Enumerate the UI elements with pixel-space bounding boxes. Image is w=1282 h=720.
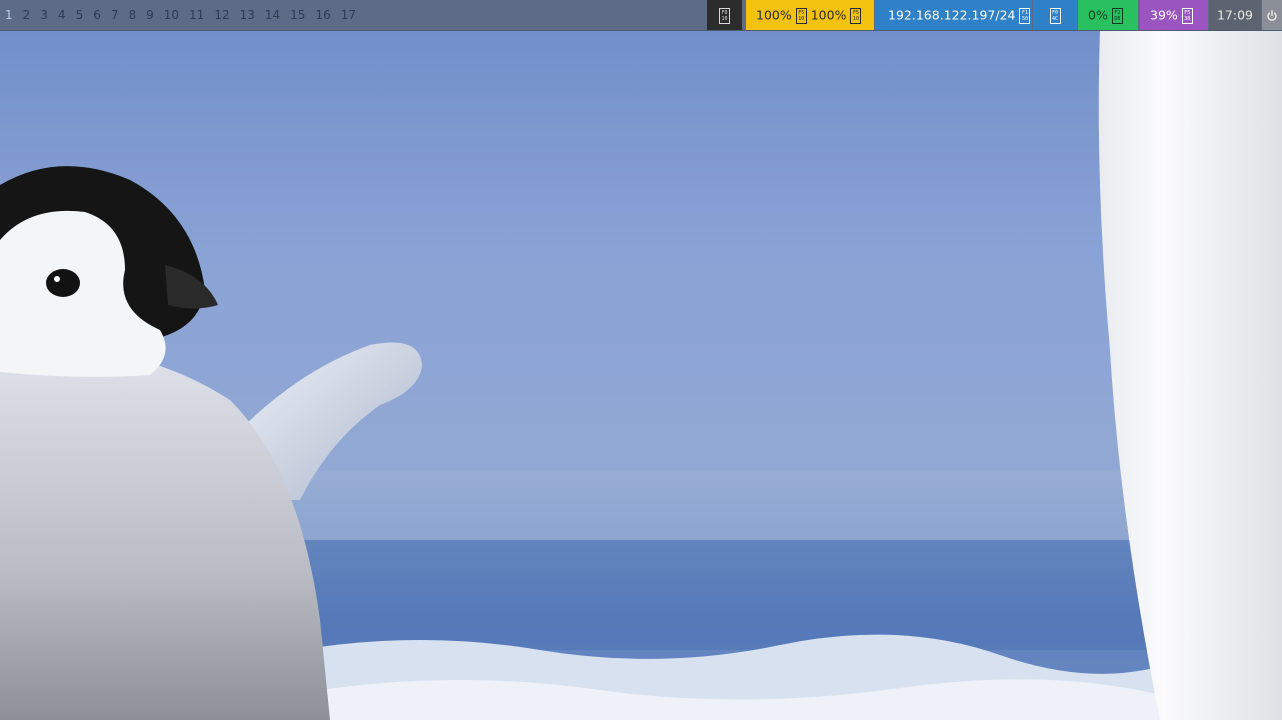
cpu-icon: F2 DB xyxy=(1111,7,1123,24)
network-icon: F1 50 xyxy=(1019,7,1031,24)
workspace-9[interactable]: 9 xyxy=(141,0,159,30)
status-block-memory[interactable]: 39% F5 38 xyxy=(1140,0,1208,30)
workspace-13[interactable]: 13 xyxy=(235,0,260,30)
status-block-cpu[interactable]: 0% F2 DB xyxy=(1078,0,1138,30)
status-block-connection[interactable]: F0 4C xyxy=(1033,0,1077,30)
volume-icon-secondary: F5 10 xyxy=(850,7,862,24)
memory-icon: F5 38 xyxy=(1181,7,1193,24)
status-block-volume[interactable]: 100% F5 10 100% F5 10 xyxy=(746,0,874,30)
ip-address: 192.168.122.197/24 xyxy=(888,7,1016,23)
power-button[interactable] xyxy=(1262,0,1282,30)
status-block-clock[interactable]: 17:09 xyxy=(1209,0,1261,30)
workspace-16[interactable]: 16 xyxy=(310,0,335,30)
status-block-unknown[interactable]: F0 10 xyxy=(707,0,742,30)
workspace-14[interactable]: 14 xyxy=(260,0,285,30)
workspace-17[interactable]: 17 xyxy=(336,0,361,30)
status-block-network[interactable]: 192.168.122.197/24 F1 50 xyxy=(875,0,1032,30)
workspace-5[interactable]: 5 xyxy=(71,0,89,30)
workspace-switcher: 1 2 3 4 5 6 7 8 9 10 11 12 13 14 15 16 17 xyxy=(0,0,361,30)
clock-time: 17:09 xyxy=(1216,7,1254,23)
workspace-4[interactable]: 4 xyxy=(53,0,71,30)
volume-level-a: 100% xyxy=(756,7,792,23)
workspace-7[interactable]: 7 xyxy=(106,0,124,30)
connection-icon: F0 4C xyxy=(1049,7,1061,24)
cpu-usage: 0% xyxy=(1088,7,1108,23)
workspace-11[interactable]: 11 xyxy=(184,0,209,30)
workspace-12[interactable]: 12 xyxy=(209,0,234,30)
missing-glyph-icon: F0 10 xyxy=(719,7,730,24)
workspace-8[interactable]: 8 xyxy=(123,0,141,30)
workspace-6[interactable]: 6 xyxy=(88,0,106,30)
workspace-10[interactable]: 10 xyxy=(159,0,184,30)
power-icon xyxy=(1267,9,1277,21)
top-panel: 1 2 3 4 5 6 7 8 9 10 11 12 13 14 15 16 17 F0 10 100% F5 10… xyxy=(0,0,1282,31)
desktop-wallpaper xyxy=(0,0,1282,720)
volume-level-b: 100% xyxy=(810,7,847,23)
workspace-15[interactable]: 15 xyxy=(285,0,310,30)
volume-icon: F5 10 xyxy=(795,7,807,24)
workspace-2[interactable]: 2 xyxy=(18,0,36,30)
workspace-1[interactable]: 1 xyxy=(0,0,18,30)
workspace-3[interactable]: 3 xyxy=(35,0,53,30)
memory-usage: 39% xyxy=(1150,7,1178,23)
